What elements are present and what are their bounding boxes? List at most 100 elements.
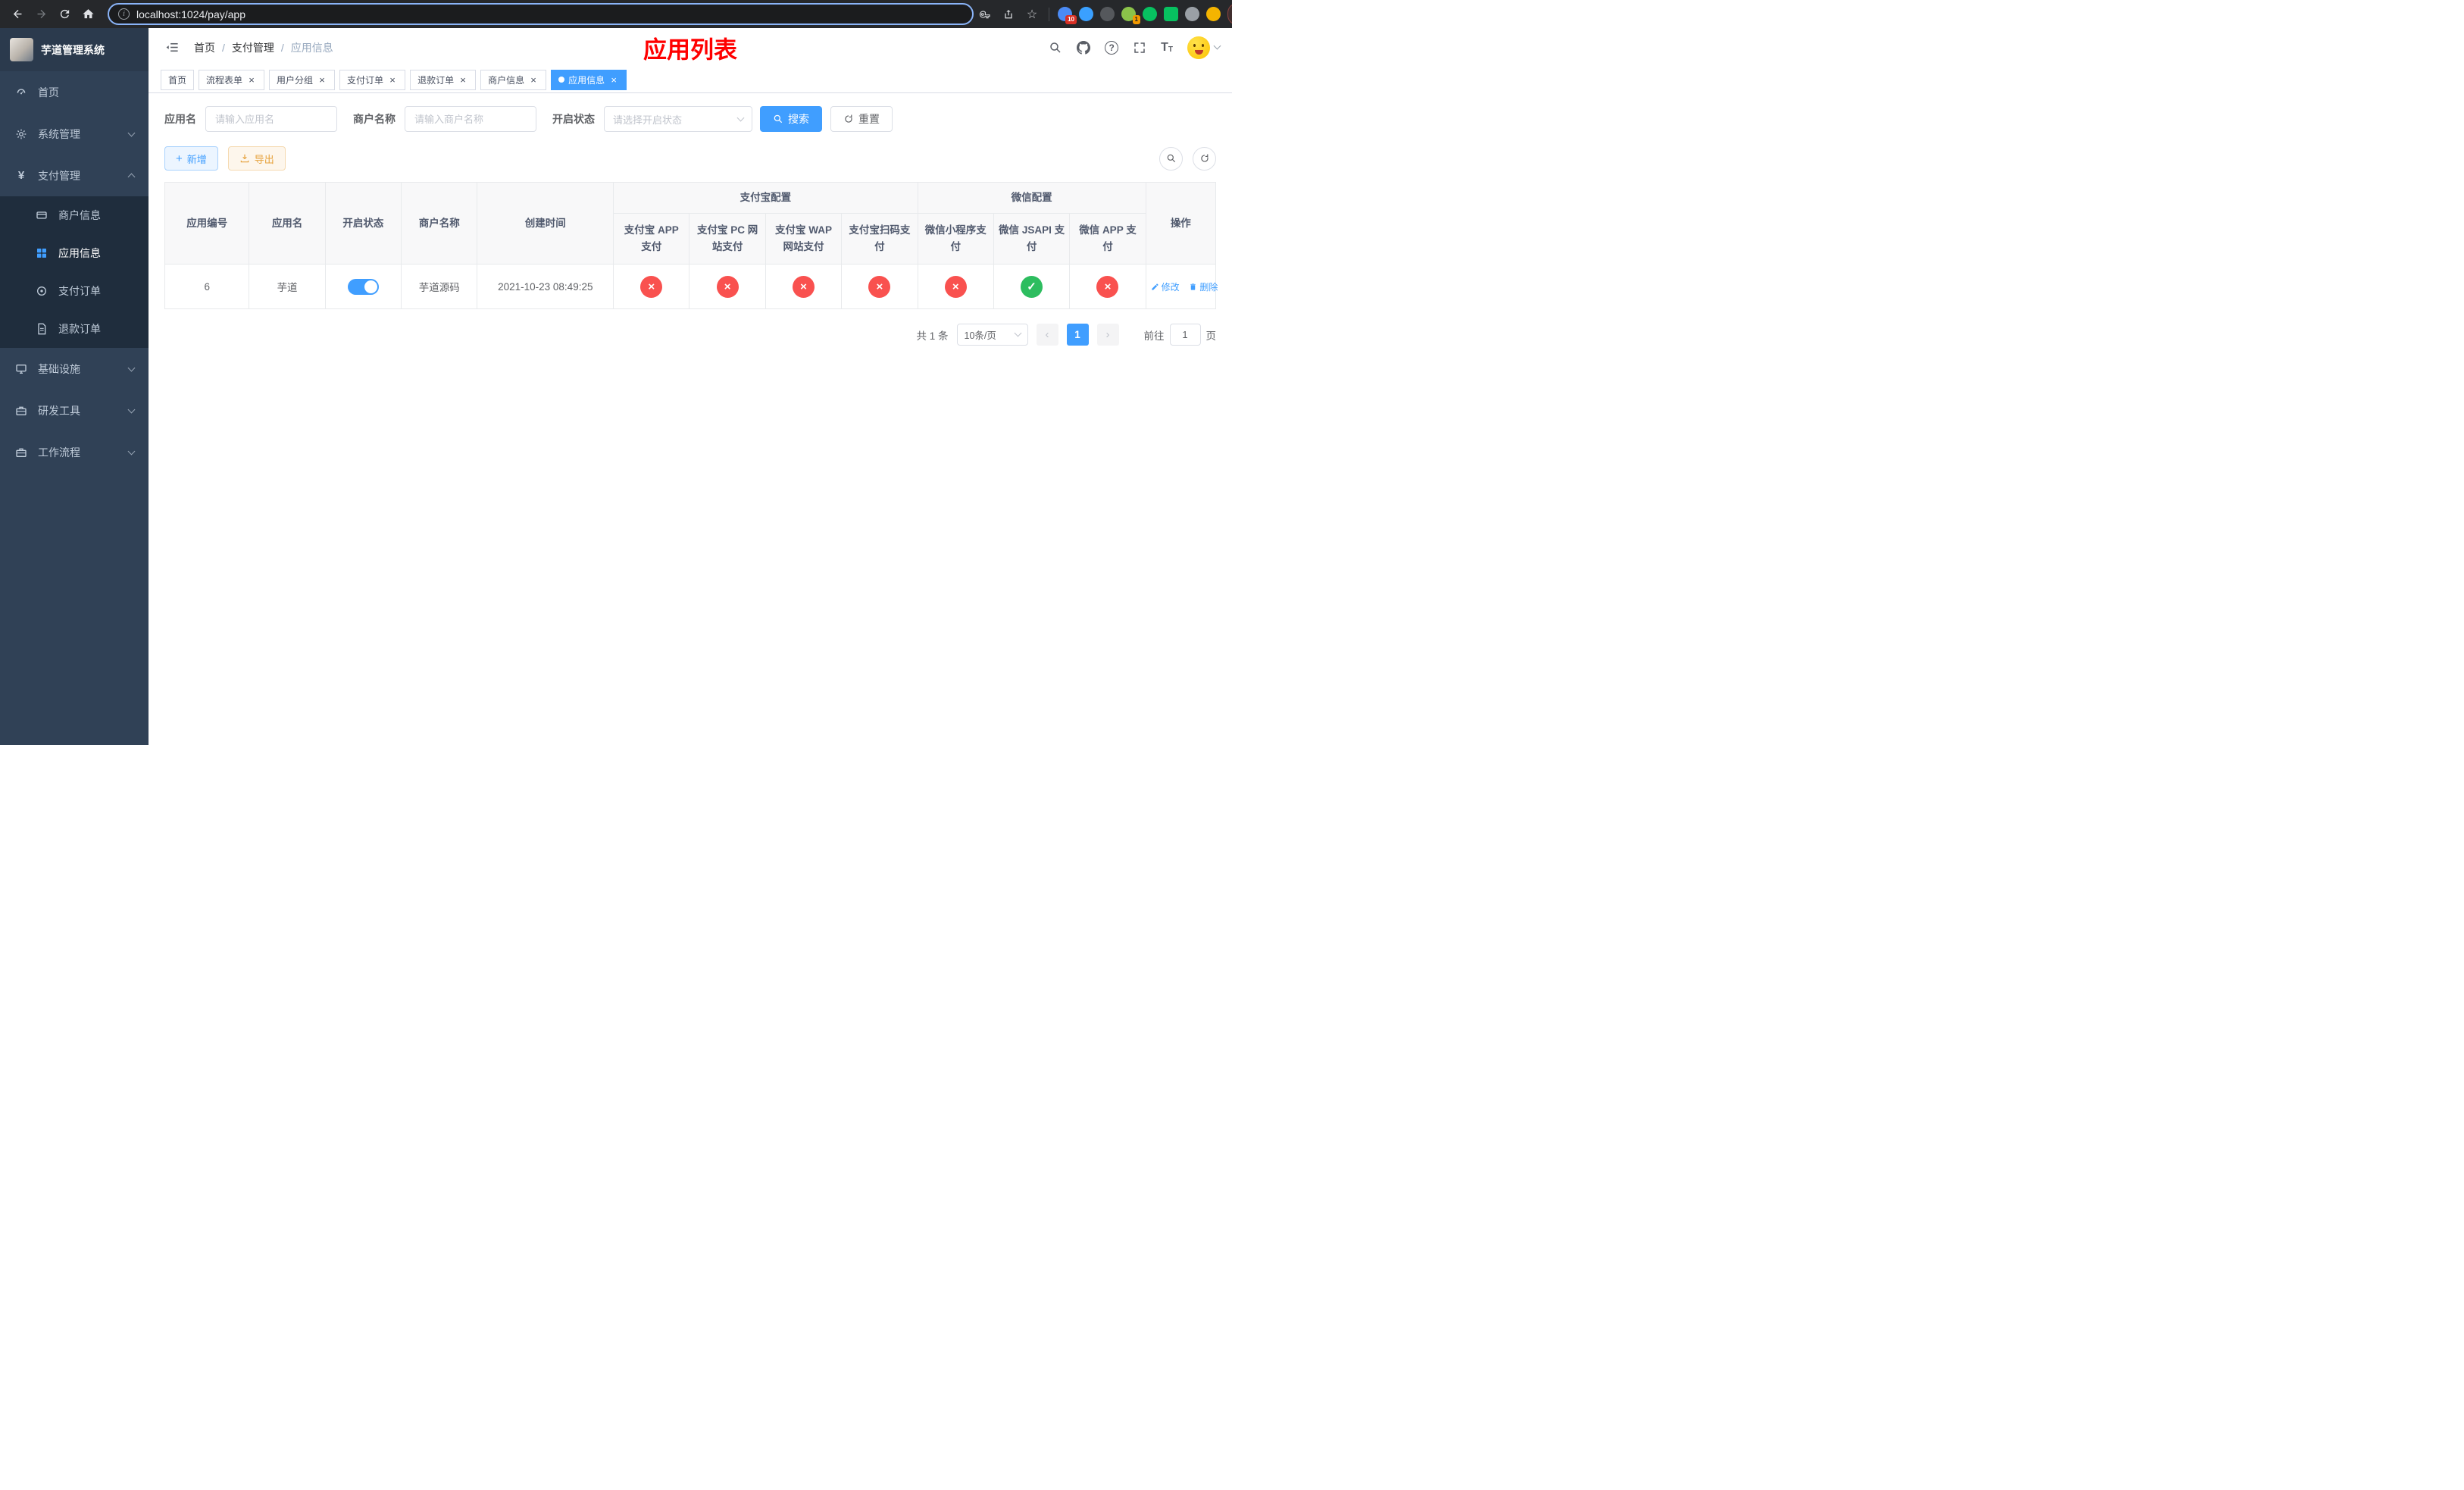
table-toolbar: + 新增 导出 <box>164 146 1216 171</box>
search-icon[interactable] <box>1049 41 1062 55</box>
browser-back-button[interactable] <box>8 4 28 24</box>
sidebar-item-payment[interactable]: ¥ 支付管理 <box>0 155 149 196</box>
extension-icon-8[interactable] <box>1206 7 1221 21</box>
extension-icon-1[interactable]: 10 <box>1058 7 1077 24</box>
breadcrumb-home[interactable]: 首页 <box>194 40 215 55</box>
sidebar-item-home[interactable]: 首页 <box>0 71 149 113</box>
sidebar-item-infrastructure[interactable]: 基础设施 <box>0 348 149 390</box>
site-info-icon[interactable]: i <box>118 8 130 20</box>
extension-icon-4[interactable]: 1 <box>1121 7 1140 24</box>
extension-badge: 1 <box>1132 15 1140 24</box>
tab-app-info[interactable]: 应用信息 × <box>551 69 627 90</box>
sidebar-item-pay-order[interactable]: 支付订单 <box>0 272 149 310</box>
status-select[interactable]: 请选择开启状态 <box>604 106 752 132</box>
sidebar-item-label: 首页 <box>38 86 59 99</box>
sidebar-item-dev-tools[interactable]: 研发工具 <box>0 390 149 431</box>
status-toggle[interactable] <box>347 278 379 295</box>
search-button[interactable]: 搜索 <box>760 106 822 132</box>
tab-process-form[interactable]: 流程表单 × <box>199 69 265 90</box>
app-name-input[interactable] <box>205 106 337 132</box>
page-body: 应用名 商户名称 开启状态 请选择开启状态 搜索 重置 <box>149 93 1232 745</box>
cell-created: 2021-10-23 08:49:25 <box>477 264 614 309</box>
font-size-icon[interactable]: TT <box>1161 41 1173 54</box>
close-icon[interactable]: × <box>387 74 398 85</box>
column-header-app-id: 应用编号 <box>164 182 250 265</box>
current-page-button[interactable]: 1 <box>1066 324 1089 346</box>
share-icon[interactable] <box>1000 6 1017 23</box>
tab-merchant-info[interactable]: 商户信息 × <box>480 69 547 90</box>
topbar: 首页 / 支付管理 / 应用信息 应用列表 ? T T <box>149 28 1232 67</box>
tab-pay-order[interactable]: 支付订单 × <box>339 69 406 90</box>
cell-app-name: 芋道 <box>249 264 326 309</box>
sidebar-item-workflow[interactable]: 工作流程 <box>0 431 149 473</box>
merchant-name-label: 商户名称 <box>353 113 396 125</box>
sidebar-logo[interactable]: 芋道管理系统 <box>0 28 149 71</box>
table-row: 6 芋道 芋道源码 2021-10-23 08:49:25 × × × × × <box>164 264 1218 309</box>
breadcrumb-separator: / <box>222 41 225 54</box>
tab-refund-order[interactable]: 退款订单 × <box>410 69 477 90</box>
goto-page-input[interactable] <box>1169 324 1201 346</box>
close-icon[interactable]: × <box>458 74 468 85</box>
sidebar-item-label: 商户信息 <box>58 209 101 221</box>
column-header-alipay-qr: 支付宝扫码支付 <box>841 213 918 265</box>
browser-reload-button[interactable] <box>55 4 75 24</box>
page-size-select[interactable]: 10条/页 <box>956 324 1028 346</box>
column-header-wx-mini: 微信小程序支付 <box>917 213 994 265</box>
chevron-down-icon <box>127 129 136 136</box>
sidebar-collapse-button[interactable] <box>161 36 183 59</box>
edit-link[interactable]: 修改 <box>1151 280 1180 293</box>
export-button[interactable]: 导出 <box>227 146 286 171</box>
fullscreen-icon[interactable] <box>1133 41 1146 55</box>
tab-label: 流程表单 <box>206 74 243 86</box>
help-icon[interactable]: ? <box>1105 40 1119 55</box>
refresh-table-button[interactable] <box>1193 146 1216 171</box>
tab-user-group[interactable]: 用户分组 × <box>269 69 336 90</box>
delete-link[interactable]: 删除 <box>1189 280 1218 293</box>
sidebar-item-app-info[interactable]: 应用信息 <box>0 234 149 272</box>
sidebar-item-system[interactable]: 系统管理 <box>0 113 149 155</box>
sidebar-item-label: 退款订单 <box>58 323 101 335</box>
gear-icon <box>14 127 28 141</box>
chevron-down-icon <box>1213 42 1221 50</box>
browser-forward-button[interactable] <box>31 4 52 24</box>
tab-home[interactable]: 首页 <box>161 69 195 90</box>
close-icon[interactable]: × <box>246 74 257 85</box>
user-avatar-menu[interactable] <box>1187 36 1221 59</box>
merchant-name-input[interactable] <box>405 106 536 132</box>
close-icon[interactable]: × <box>528 74 539 85</box>
breadcrumb: 首页 / 支付管理 / 应用信息 <box>194 40 333 55</box>
column-header-created: 创建时间 <box>477 182 614 265</box>
browser-home-button[interactable] <box>78 4 98 24</box>
prev-page-button[interactable]: ‹ <box>1036 324 1058 346</box>
extension-icon-5[interactable] <box>1143 7 1157 21</box>
refresh-icon <box>845 114 852 123</box>
breadcrumb-payment[interactable]: 支付管理 <box>232 40 274 55</box>
tab-label: 退款订单 <box>417 74 455 86</box>
extension-icon-2[interactable] <box>1079 7 1093 21</box>
sidebar-item-label: 系统管理 <box>38 127 80 140</box>
next-page-button[interactable]: › <box>1096 324 1119 346</box>
chrome-update-button[interactable]: 更新 <box>1227 3 1232 25</box>
chevron-up-icon <box>127 173 136 181</box>
cell-app-id: 6 <box>164 264 250 309</box>
sidebar-item-refund-order[interactable]: 退款订单 <box>0 310 149 348</box>
extension-icon-7[interactable] <box>1185 7 1199 21</box>
bookmark-star-icon[interactable]: ☆ <box>1024 6 1040 23</box>
reset-button[interactable]: 重置 <box>830 106 893 132</box>
toggle-search-button[interactable] <box>1159 146 1183 171</box>
close-icon[interactable]: × <box>317 74 327 85</box>
github-icon[interactable] <box>1077 40 1091 55</box>
sidebar-item-merchant-info[interactable]: 商户信息 <box>0 196 149 234</box>
extension-icon-3[interactable] <box>1100 7 1115 21</box>
tab-label: 商户信息 <box>488 74 525 86</box>
back-arrow-icon <box>13 9 22 19</box>
password-key-icon[interactable] <box>977 6 993 23</box>
url-text: localhost:1024/pay/app <box>136 8 245 20</box>
extension-icon-6[interactable] <box>1164 7 1178 21</box>
avatar <box>1187 36 1210 59</box>
add-button[interactable]: + 新增 <box>164 146 218 171</box>
close-icon[interactable]: × <box>608 74 619 85</box>
address-bar[interactable]: i localhost:1024/pay/app <box>108 3 974 25</box>
payment-submenu: 商户信息 应用信息 支付订单 退款订单 <box>0 196 149 348</box>
breadcrumb-separator: / <box>280 41 284 54</box>
